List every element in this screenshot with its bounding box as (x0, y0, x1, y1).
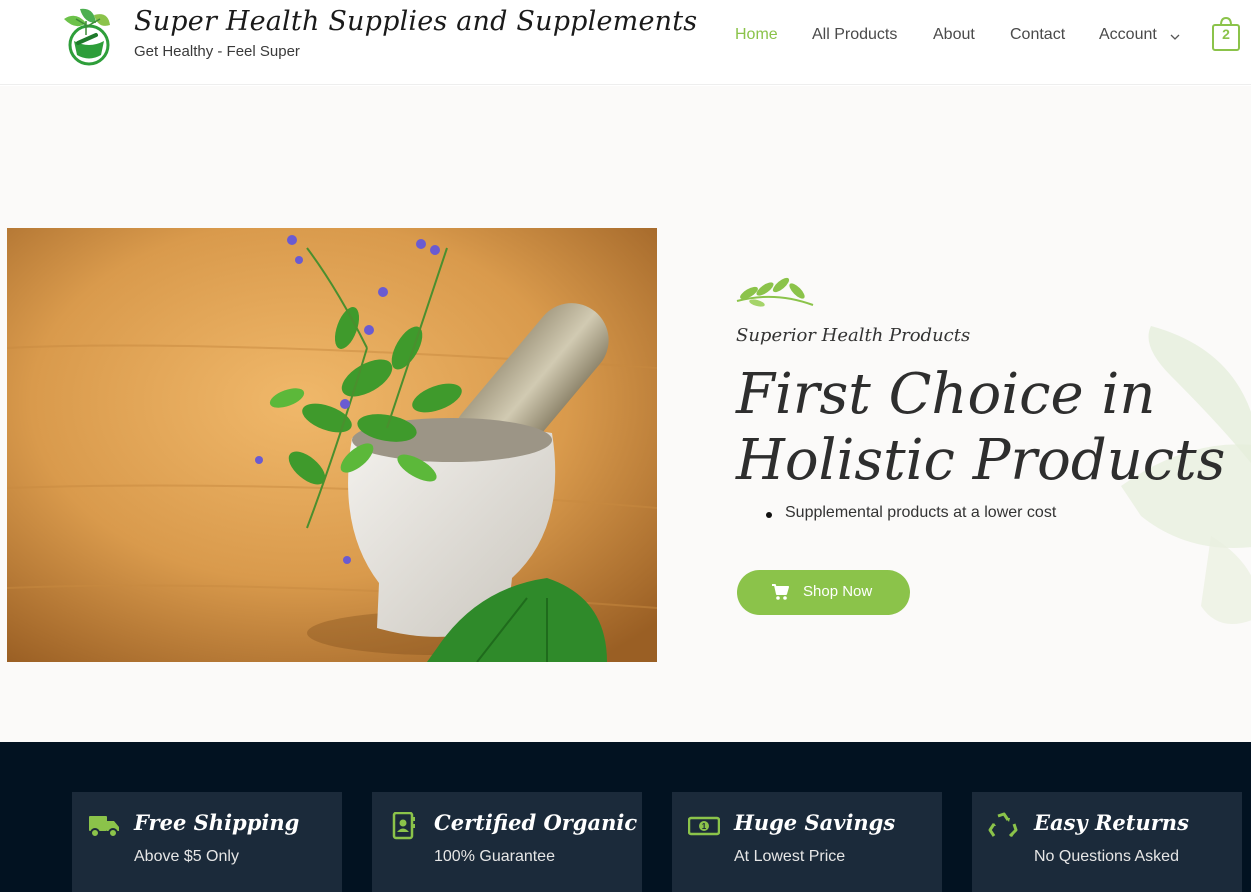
site-title[interactable]: Super Health Supplies and Supplements (134, 6, 697, 37)
leaf-sprig-icon (736, 277, 814, 307)
logo-icon[interactable] (56, 5, 118, 67)
hero-section: Superior Health Products First Choice in… (0, 86, 1251, 742)
hero-eyebrow: Superior Health Products (736, 325, 971, 346)
nav-about[interactable]: About (933, 26, 975, 46)
feature-subtitle: Above $5 Only (134, 848, 239, 865)
recycle-icon (988, 812, 1018, 838)
feature-card-savings: 1 Huge Savings At Lowest Price (672, 792, 942, 892)
feature-card-organic: Certified Organic 100% Guarantee (372, 792, 642, 892)
nav-contact[interactable]: Contact (1010, 26, 1065, 46)
feature-title: Certified Organic (434, 810, 638, 835)
nav-all-products[interactable]: All Products (812, 26, 897, 46)
shopping-cart-icon (772, 584, 789, 600)
site-tagline: Get Healthy - Feel Super (134, 43, 300, 60)
feature-title: Free Shipping (134, 810, 300, 835)
feature-subtitle: No Questions Asked (1034, 848, 1179, 865)
bullet-dot (766, 512, 772, 518)
site-header: Super Health Supplies and Supplements Ge… (0, 0, 1251, 85)
nav-account[interactable]: Account (1099, 26, 1157, 46)
hero-image (7, 228, 657, 662)
chevron-down-icon[interactable] (1169, 31, 1181, 43)
shop-now-button[interactable]: Shop Now (737, 570, 910, 615)
svg-text:1: 1 (702, 822, 707, 831)
feature-subtitle: 100% Guarantee (434, 848, 555, 865)
address-book-icon (392, 812, 415, 840)
features-band: Free Shipping Above $5 Only Certified Or… (0, 742, 1251, 892)
truck-icon (89, 816, 119, 838)
herbs-mortar-illustration (7, 228, 657, 662)
nav-home[interactable]: Home (735, 26, 778, 46)
feature-card-shipping: Free Shipping Above $5 Only (72, 792, 342, 892)
feature-subtitle: At Lowest Price (734, 848, 846, 865)
shop-now-label: Shop Now (803, 583, 873, 600)
feature-title: Huge Savings (734, 810, 896, 835)
hero-headline: First Choice in Holistic Products (736, 362, 1226, 493)
feature-title: Easy Returns (1034, 810, 1189, 835)
cart-count-badge[interactable]: 2 (1211, 26, 1241, 42)
hero-bullet: Supplemental products at a lower cost (785, 504, 1057, 521)
feature-card-returns: Easy Returns No Questions Asked (972, 792, 1242, 892)
money-bill-icon: 1 (688, 816, 720, 836)
